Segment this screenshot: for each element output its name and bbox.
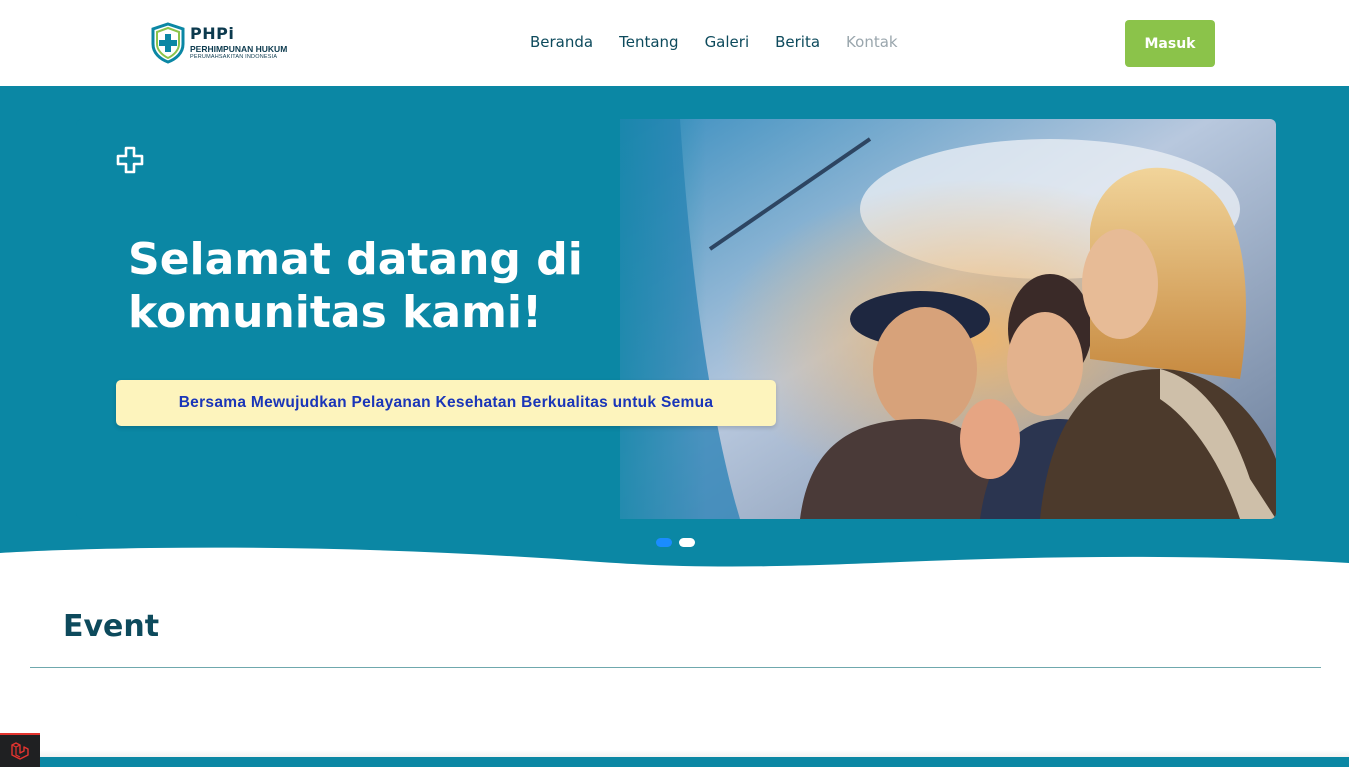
debugbar-toggle[interactable]	[0, 733, 40, 767]
nav-kontak[interactable]: Kontak	[846, 33, 898, 51]
footer-shadow	[40, 750, 1349, 757]
hero-section: Selamat datang di komunitas kami! Bersam…	[0, 86, 1349, 576]
main-nav: Beranda Tentang Galeri Berita Kontak	[530, 33, 898, 51]
logo-text: PHPi PERHIMPUNAN HUKUM PERUMAHSAKITAN IN…	[190, 26, 287, 60]
hero-photo	[620, 119, 1276, 519]
logo-name: PERHIMPUNAN HUKUM	[190, 44, 288, 54]
hero-slide[interactable]: Selamat datang di komunitas kami! Bersam…	[76, 119, 1276, 519]
carousel-dot-1[interactable]	[656, 538, 672, 547]
site-logo[interactable]: PHPi PERHIMPUNAN HUKUM PERUMAHSAKITAN IN…	[150, 20, 295, 66]
nav-galeri[interactable]: Galeri	[705, 33, 750, 51]
nav-berita[interactable]: Berita	[775, 33, 820, 51]
logo-abbr: PHPi	[190, 24, 235, 43]
medical-cross-icon	[116, 146, 144, 174]
shield-logo-icon	[151, 22, 185, 64]
carousel-dot-2[interactable]	[679, 538, 695, 547]
event-section-title: Event	[63, 609, 160, 644]
nav-beranda[interactable]: Beranda	[530, 33, 593, 51]
logo-subtitle: PERUMAHSAKITAN INDONESIA	[190, 53, 278, 60]
hero-title: Selamat datang di komunitas kami!	[128, 234, 583, 338]
nav-tentang[interactable]: Tentang	[619, 33, 678, 51]
carousel-indicators	[656, 538, 695, 547]
hero-tagline: Bersama Mewujudkan Pelayanan Kesehatan B…	[116, 380, 776, 426]
footer-bar	[40, 757, 1349, 767]
login-button[interactable]: Masuk	[1125, 20, 1215, 67]
site-header: PHPi PERHIMPUNAN HUKUM PERUMAHSAKITAN IN…	[0, 0, 1349, 86]
laravel-icon	[11, 742, 29, 760]
section-divider	[30, 667, 1321, 668]
